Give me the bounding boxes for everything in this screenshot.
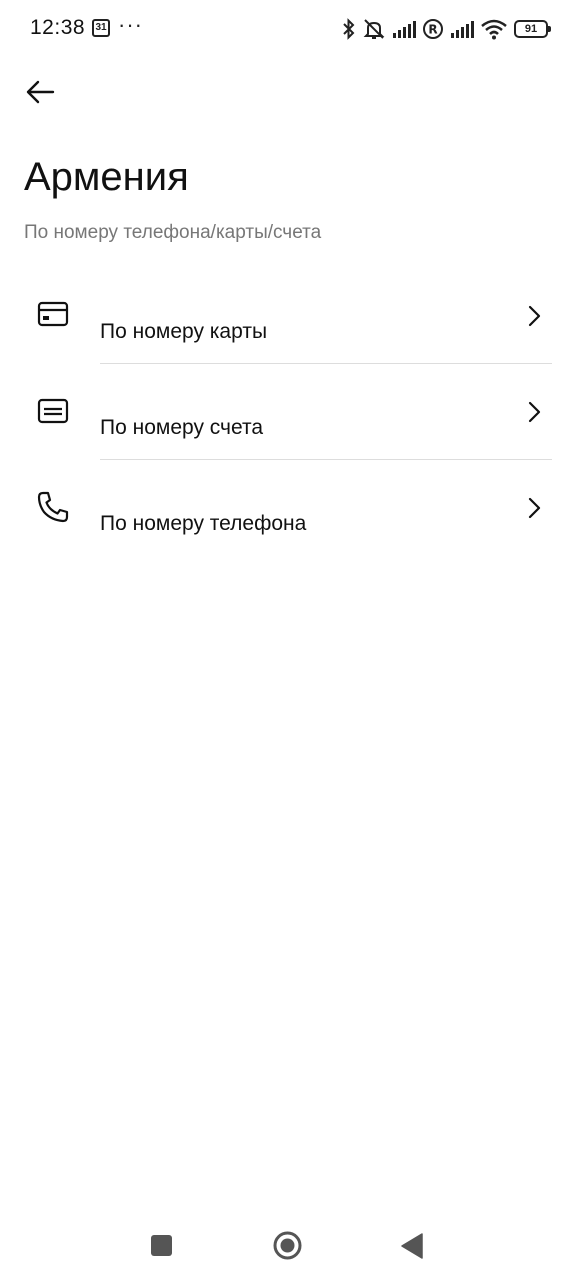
option-label: По номеру карты	[100, 320, 268, 343]
roaming-icon: R	[423, 19, 443, 39]
credit-card-icon	[37, 301, 69, 327]
status-icons: R 91	[342, 16, 551, 42]
option-by-phone[interactable]: По номеру телефона	[0, 460, 576, 556]
page-title: Армения	[24, 155, 189, 199]
wifi-icon	[481, 19, 507, 40]
option-label: По номеру счета	[100, 416, 264, 439]
home-circle-icon[interactable]	[273, 1231, 302, 1260]
status-time: 12:38	[30, 16, 86, 39]
account-card-icon	[37, 398, 69, 424]
signal-icon	[451, 21, 474, 38]
chevron-right-icon	[528, 497, 541, 519]
back-triangle-icon[interactable]	[400, 1233, 424, 1259]
chevron-right-icon	[528, 305, 541, 327]
svg-text:R: R	[428, 23, 437, 37]
transfer-options-list: По номеру карты По номеру счета По номер…	[0, 268, 576, 556]
muted-vibrate-icon	[363, 19, 385, 39]
phone-icon	[37, 491, 69, 523]
more-notifications-icon: ···	[118, 12, 143, 37]
chevron-right-icon	[528, 401, 541, 423]
option-label: По номеру телефона	[100, 512, 307, 535]
back-button[interactable]	[20, 72, 60, 112]
arrow-left-icon	[26, 80, 55, 104]
navigation-bar	[0, 1215, 576, 1275]
bluetooth-icon	[343, 18, 355, 40]
signal-icon	[393, 21, 416, 38]
option-by-card[interactable]: По номеру карты	[0, 268, 576, 364]
option-by-account[interactable]: По номеру счета	[0, 364, 576, 460]
battery-icon: 91	[514, 20, 551, 38]
calendar-icon: 31	[92, 19, 110, 37]
recents-square-icon[interactable]	[151, 1235, 172, 1256]
status-bar: 12:38 31 ··· R 91	[0, 0, 576, 58]
page-subtitle: По номеру телефона/карты/счета	[24, 222, 322, 243]
